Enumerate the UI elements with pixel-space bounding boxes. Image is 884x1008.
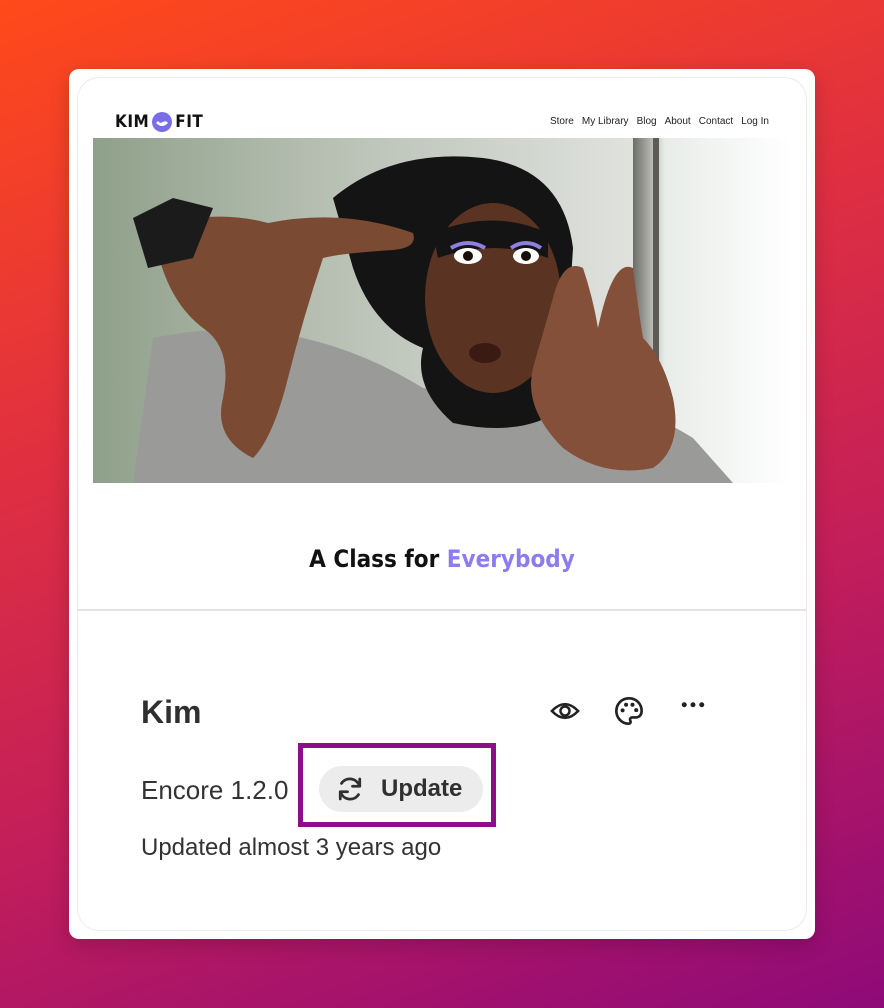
nav-item-contact[interactable]: Contact [699, 116, 733, 127]
eye-icon [550, 702, 580, 720]
theme-card: KIM FIT Store My Library Blog About Cont… [69, 69, 815, 939]
nav-item-store[interactable]: Store [550, 116, 574, 127]
site-logo: KIM FIT [115, 111, 203, 133]
preview-button[interactable] [547, 693, 583, 729]
customize-button[interactable] [611, 693, 647, 729]
logo-mark-icon [152, 112, 173, 132]
theme-version: Encore 1.2.0 [141, 775, 289, 805]
theme-updated-text: Updated almost 3 years ago [141, 834, 442, 861]
nav-item-about[interactable]: About [665, 116, 691, 127]
update-button[interactable]: Update [319, 766, 483, 812]
logo-text-right: FIT [175, 112, 204, 132]
more-options-button[interactable] [675, 693, 711, 729]
card-divider [77, 609, 807, 611]
tagline-accent: Everybody [446, 545, 575, 573]
site-nav: Store My Library Blog About Contact Log … [550, 116, 769, 127]
site-tagline: A Class for Everybody [77, 545, 807, 573]
refresh-icon [338, 777, 362, 801]
theme-name: Kim [141, 694, 202, 730]
site-preview-header: KIM FIT Store My Library Blog About Cont… [115, 111, 769, 135]
nav-item-blog[interactable]: Blog [637, 116, 657, 127]
nav-item-my-library[interactable]: My Library [582, 116, 629, 127]
nav-item-log-in[interactable]: Log In [741, 116, 769, 127]
update-button-label: Update [381, 775, 463, 802]
hero-photo [93, 138, 791, 483]
theme-card-inner: KIM FIT Store My Library Blog About Cont… [77, 77, 807, 931]
palette-icon [614, 696, 644, 726]
more-horizontal-icon [681, 702, 705, 708]
logo-text-left: KIM [115, 112, 150, 132]
hero-image [93, 138, 791, 483]
tagline-prefix: A Class for [309, 545, 447, 573]
theme-actions [547, 693, 711, 729]
